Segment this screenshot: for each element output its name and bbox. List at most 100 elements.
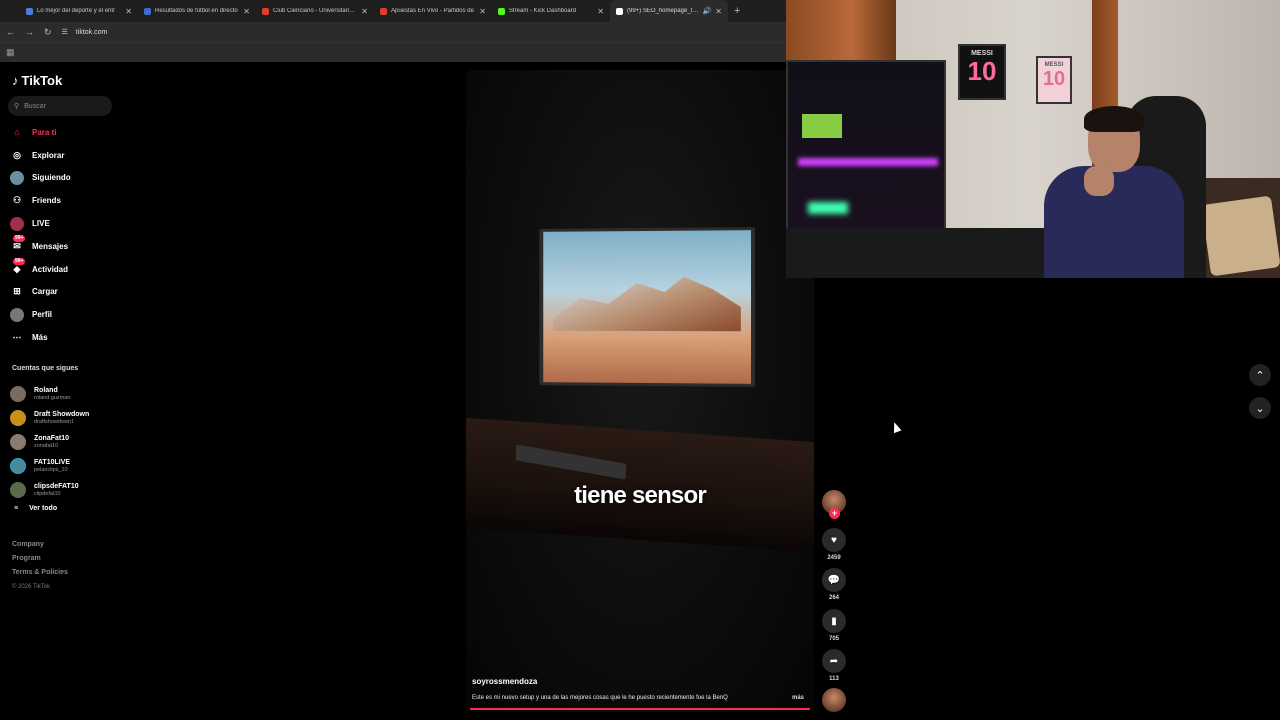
previous-video-button[interactable]: ⌃ <box>1249 364 1271 386</box>
tab-favicon-icon <box>144 7 151 15</box>
video-progress-bar[interactable] <box>470 708 810 710</box>
video-description: Este es mi nuevo setup y una de las mejo… <box>472 695 728 701</box>
creator-avatar[interactable]: + <box>822 490 846 519</box>
tab-label: Apuestas En Vivo - Partidos de <box>391 8 474 14</box>
close-tab-icon[interactable]: ✕ <box>361 7 368 16</box>
following-avatar-icon <box>10 170 24 185</box>
next-video-button[interactable]: ⌄ <box>1249 397 1271 419</box>
avatar <box>10 434 26 450</box>
back-icon[interactable]: ← <box>6 27 15 37</box>
tiktok-logo[interactable]: ♪ TikTok <box>12 73 62 88</box>
nav-item-siguiendo[interactable]: Siguiendo <box>10 167 115 190</box>
account-handle: roland.guzman <box>34 394 71 401</box>
browser-tab-active[interactable]: (99+) SEO_homepage_title 🔊 ✕ <box>610 0 728 22</box>
nav-item-live[interactable]: LIVE <box>10 212 115 235</box>
save-action: ▮ 705 <box>822 609 846 642</box>
more-button[interactable]: más <box>792 695 804 701</box>
heart-icon[interactable]: ♥ <box>822 528 846 552</box>
video-progress-fill <box>470 708 810 710</box>
jersey-frame: MESSI 10 <box>1036 56 1072 104</box>
apps-grid-icon[interactable]: ▦ <box>6 47 15 58</box>
main-nav: ⌂ Para ti ◎ Explorar Siguiendo ⚇ Friends… <box>10 121 115 349</box>
speaker-icon[interactable]: 🔊 <box>703 7 712 15</box>
logo-text: TikTok <box>21 73 63 88</box>
tab-favicon-icon <box>262 7 269 15</box>
webcam-desk <box>786 228 1076 278</box>
account-item[interactable]: FAT10LIVE pelaoclips_10 <box>10 454 89 478</box>
close-tab-icon[interactable]: ✕ <box>597 7 604 16</box>
comment-count: 264 <box>828 595 839 601</box>
comment-icon[interactable]: 💬 <box>822 568 846 592</box>
site-info-icon[interactable]: ☰ <box>62 28 68 36</box>
nav-label: Perfil <box>32 310 53 320</box>
close-tab-icon[interactable]: ✕ <box>715 7 722 16</box>
bookmark-icon[interactable]: ▮ <box>822 609 846 633</box>
friends-icon: ⚇ <box>12 195 22 206</box>
nav-item-mas[interactable]: ⋯ Más <box>10 326 115 349</box>
action-bar: + ♥ 2459 💬 264 ▮ 705 ➦ 113 <box>822 490 846 712</box>
upload-icon: ⊞ <box>13 286 21 297</box>
account-item[interactable]: Draft Showdown draftshowdown1 <box>10 406 89 430</box>
nav-label: Mensajes <box>32 241 69 251</box>
browser-tab[interactable]: Club Cienciano - Universitario de ✕ <box>256 0 374 22</box>
browser-tab[interactable]: Stream - Kick Dashboard ✕ <box>492 0 610 22</box>
close-tab-icon[interactable]: ✕ <box>243 7 250 16</box>
footer-program-link[interactable]: Program <box>12 552 68 566</box>
account-name: Draft Showdown <box>34 410 90 418</box>
url-text: tiktok.com <box>75 28 108 36</box>
nav-item-cargar[interactable]: ⊞ Cargar <box>10 281 115 304</box>
tiktok-favicon-icon <box>616 7 623 15</box>
like-action: ♥ 2459 <box>822 528 846 561</box>
tab-label: Lo mejor del deporte y el entr <box>37 8 116 14</box>
comment-action: 💬 264 <box>822 568 846 601</box>
footer-links: Company Program Terms & Policies © 2026 … <box>12 538 68 594</box>
account-item[interactable]: ZonaFat10 zonafat10 <box>10 430 89 454</box>
copyright: © 2026 TikTok <box>12 584 51 590</box>
profile-icon <box>10 307 24 322</box>
nav-label: Explorar <box>32 150 65 160</box>
follow-plus-icon[interactable]: + <box>829 508 840 519</box>
browser-tab[interactable]: Lo mejor del deporte y el entr ✕ <box>20 0 138 22</box>
nav-item-explorar[interactable]: ◎ Explorar <box>10 144 115 167</box>
close-tab-icon[interactable]: ✕ <box>479 7 486 16</box>
browser-tab[interactable]: Resultados de fútbol en directo ✕ <box>138 0 256 22</box>
account-handle: draftshowdown1 <box>34 418 75 425</box>
video-author[interactable]: soyrossmendoza <box>472 677 537 686</box>
footer-terms-link[interactable]: Terms & Policies <box>12 566 68 580</box>
nav-item-perfil[interactable]: Perfil <box>10 303 115 326</box>
jersey-frame: MESSI 10 <box>958 44 1006 100</box>
search-input[interactable]: ⚲ Buscar <box>8 96 112 116</box>
chevron-up-icon: ⌃ <box>1255 369 1265 382</box>
forward-icon[interactable]: → <box>25 27 34 37</box>
see-all-button[interactable]: ≡ Ver todo <box>14 505 57 512</box>
music-disc-avatar[interactable] <box>822 688 846 712</box>
list-icon: ≡ <box>14 505 19 512</box>
footer-company-link[interactable]: Company <box>12 538 68 552</box>
messages-icon: ✉ 99+ <box>13 235 26 251</box>
account-handle: pelaoclips_10 <box>34 466 68 473</box>
account-item[interactable]: clipsdeFAT10 clipdefat10 <box>10 478 89 502</box>
tab-label: Resultados de fútbol en directo <box>155 8 238 14</box>
browser-tab[interactable]: Apuestas En Vivo - Partidos de ✕ <box>374 0 492 22</box>
share-icon[interactable]: ➦ <box>822 649 846 673</box>
account-name: clipsdeFAT10 <box>34 482 79 490</box>
nav-item-friends[interactable]: ⚇ Friends <box>10 189 115 212</box>
video-caption: tiene sensor <box>574 482 707 509</box>
account-name: FAT10LIVE <box>34 458 71 466</box>
close-tab-icon[interactable]: ✕ <box>125 7 132 16</box>
address-bar: ← → ↻ ☰ tiktok.com <box>0 22 786 42</box>
reload-icon[interactable]: ↻ <box>44 27 52 38</box>
video-player[interactable]: tiene sensor soyrossmendoza Este es mi n… <box>466 70 814 712</box>
account-item[interactable]: Roland roland.guzman <box>10 382 89 406</box>
avatar <box>10 458 26 474</box>
nav-item-para-ti[interactable]: ⌂ Para ti <box>10 121 115 144</box>
activity-icon: ◆ 99+ <box>13 258 26 274</box>
nav-item-mensajes[interactable]: ✉ 99+ Mensajes <box>10 235 115 258</box>
nav-item-actividad[interactable]: ◆ 99+ Actividad <box>10 258 115 281</box>
account-handle: zonafat10 <box>34 442 59 449</box>
nav-label: Friends <box>32 196 61 206</box>
tab-label: (99+) SEO_homepage_title <box>627 8 699 14</box>
new-tab-icon[interactable]: + <box>734 5 740 17</box>
url-field[interactable]: ☰ tiktok.com <box>62 28 108 37</box>
bookmarks-bar: ▦ <box>0 42 786 62</box>
